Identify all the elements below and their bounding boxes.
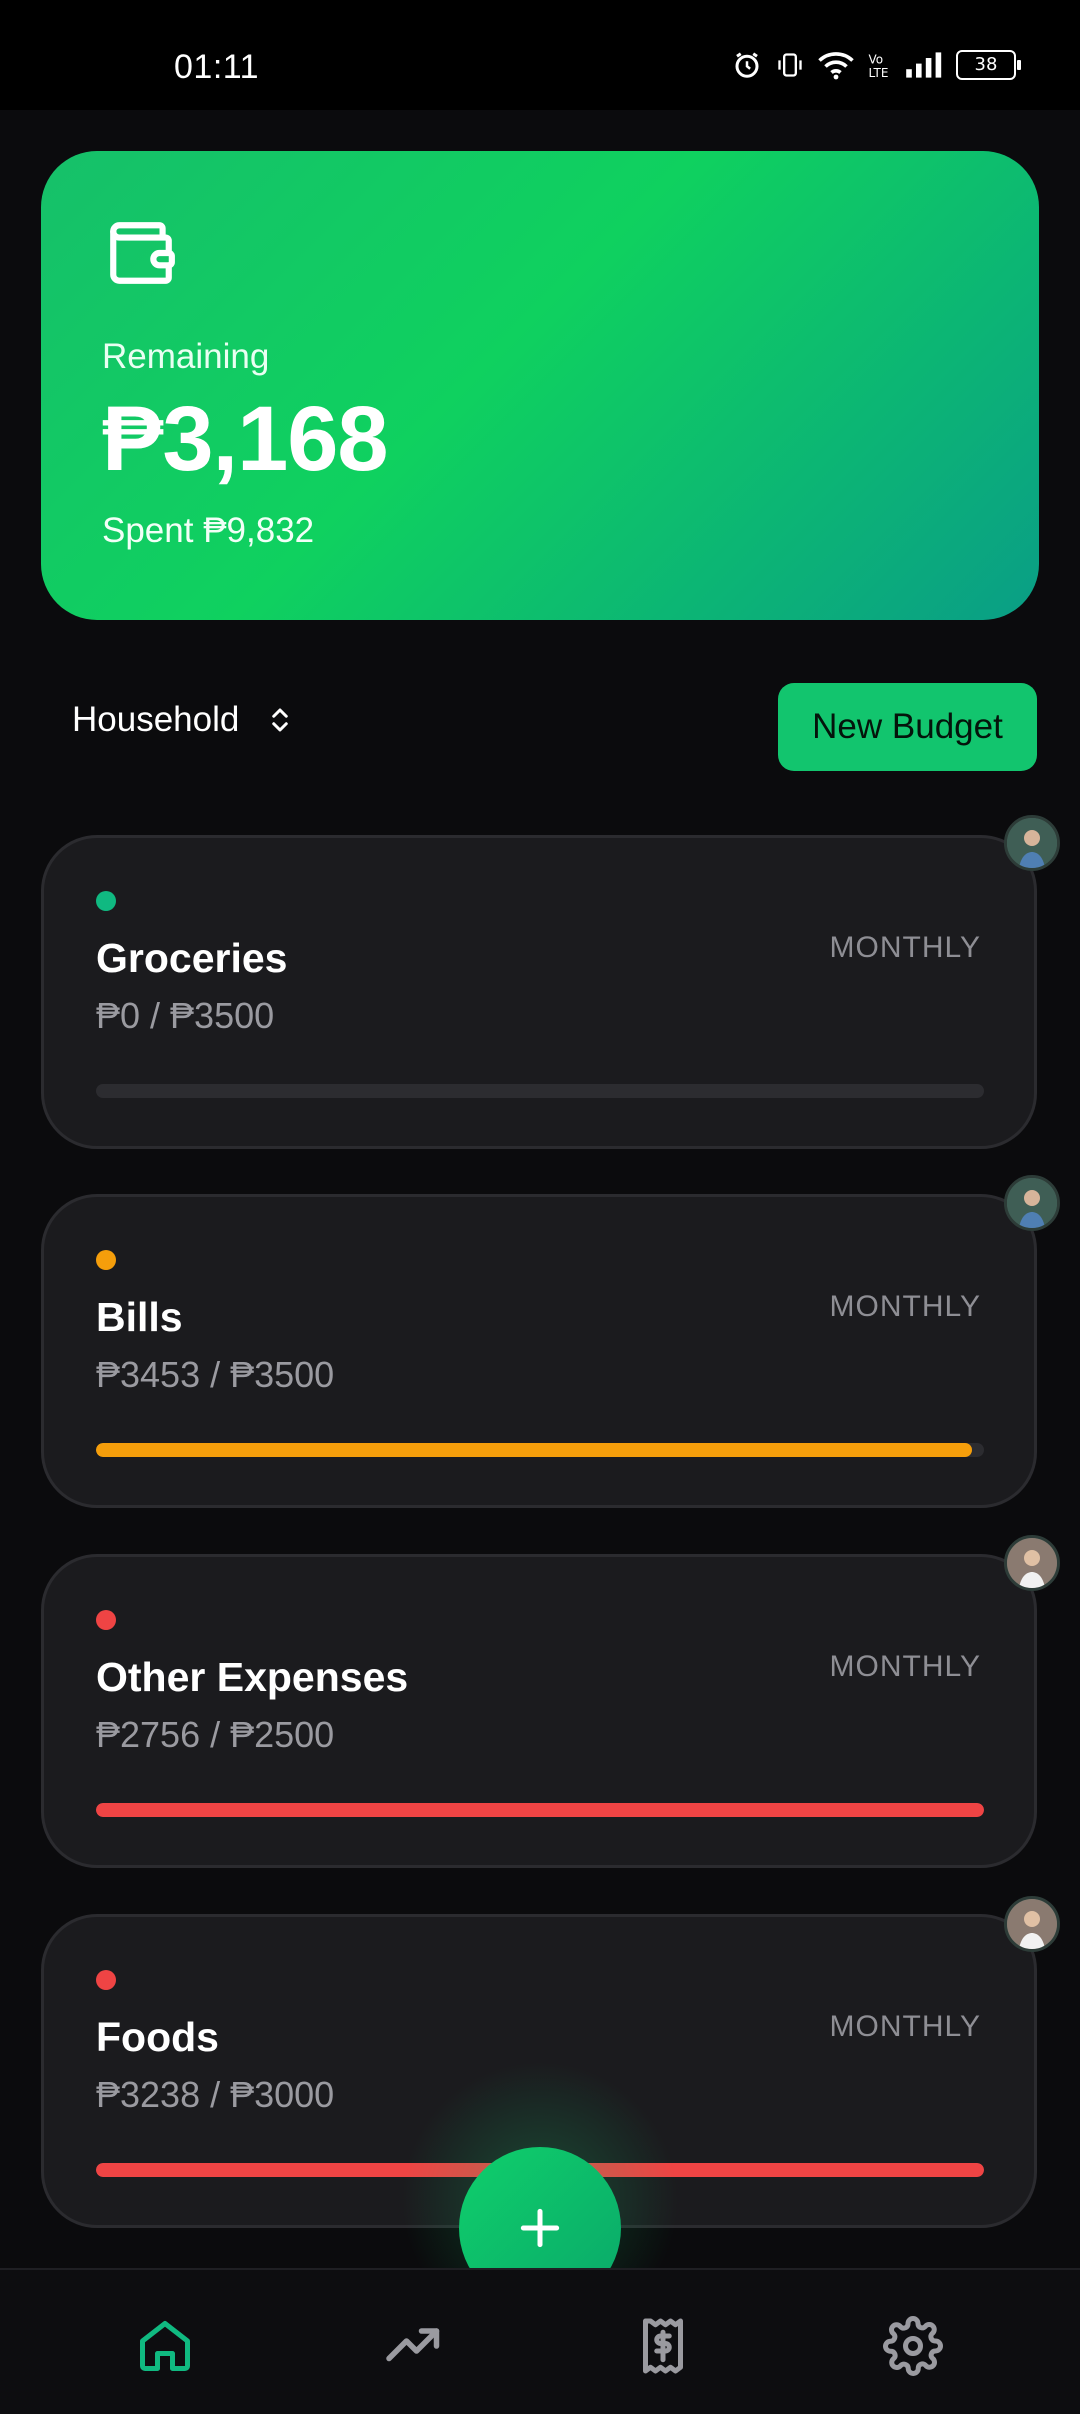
household-selector[interactable]: Household	[72, 700, 295, 740]
budget-progress-bar	[96, 1803, 984, 1817]
budget-status-dot	[96, 1250, 116, 1270]
budget-name: Groceries	[96, 935, 288, 981]
vibrate-icon	[778, 53, 802, 77]
wifi-icon	[818, 52, 854, 80]
budget-status-dot	[96, 1970, 116, 1990]
svg-text:LTE: LTE	[869, 66, 889, 80]
avatar[interactable]	[1004, 1175, 1060, 1231]
budget-progress-bar	[96, 1443, 984, 1457]
budget-card-bills[interactable]: Bills ₱3453 / ₱3500 MONTHLY	[41, 1194, 1037, 1508]
spent-amount: Spent ₱9,832	[102, 511, 315, 550]
budget-name: Other Expenses	[96, 1654, 409, 1700]
volte-icon: VoLTE	[869, 53, 889, 81]
nav-settings[interactable]	[881, 2314, 945, 2378]
plus-icon	[520, 2208, 560, 2248]
nav-analytics[interactable]	[382, 2314, 446, 2378]
home-icon	[140, 2321, 190, 2371]
budget-name: Foods	[96, 2014, 219, 2060]
status-bar: 01:11 Vo LTE 38	[0, 0, 1080, 110]
budget-card-groceries[interactable]: Groceries ₱0 / ₱3500 MONTHLY	[41, 835, 1037, 1149]
nav-home[interactable]	[133, 2314, 197, 2378]
receipt-icon	[643, 2318, 683, 2374]
budget-amount: ₱3238 / ₱3000	[96, 2074, 335, 2115]
budget-status-dot	[96, 1610, 116, 1630]
budget-progress-fill	[96, 1443, 973, 1457]
battery-icon: 38	[956, 50, 1021, 80]
avatar[interactable]	[1004, 1535, 1060, 1591]
wallet-icon	[110, 222, 175, 284]
summary-card: Remaining ₱3,168 Spent ₱9,832	[41, 151, 1039, 620]
budget-period: MONTHLY	[829, 931, 981, 964]
status-time: 01:11	[174, 48, 260, 86]
budget-status-dot	[96, 891, 116, 911]
budget-amount: ₱2756 / ₱2500	[96, 1714, 335, 1755]
avatar[interactable]	[1004, 815, 1060, 871]
svg-text:Vo: Vo	[869, 53, 884, 67]
chevron-up-down-icon	[272, 708, 289, 732]
trending-icon	[386, 2328, 440, 2362]
budget-amount: ₱0 / ₱3500	[96, 995, 275, 1036]
avatar[interactable]	[1004, 1896, 1060, 1952]
nav-transactions[interactable]	[631, 2314, 695, 2378]
budget-card-other-expenses[interactable]: Other Expenses ₱2756 / ₱2500 MONTHLY	[41, 1554, 1037, 1868]
remaining-label: Remaining	[102, 337, 270, 376]
alarm-icon	[735, 52, 759, 78]
status-icons: Vo LTE 38	[732, 50, 1021, 81]
budget-progress-bar	[96, 1084, 984, 1098]
signal-icon	[906, 52, 942, 78]
bottom-nav	[0, 2268, 1080, 2414]
budget-period: MONTHLY	[829, 2010, 981, 2043]
settings-icon	[883, 2316, 943, 2376]
budget-period: MONTHLY	[829, 1650, 981, 1683]
budget-name: Bills	[96, 1294, 183, 1340]
budget-progress-fill	[96, 1803, 984, 1817]
budget-amount: ₱3453 / ₱3500	[96, 1354, 335, 1395]
remaining-amount: ₱3,168	[102, 388, 389, 490]
new-budget-button[interactable]: New Budget	[778, 683, 1037, 771]
household-label: Household	[72, 700, 240, 739]
budget-period: MONTHLY	[829, 1290, 981, 1323]
